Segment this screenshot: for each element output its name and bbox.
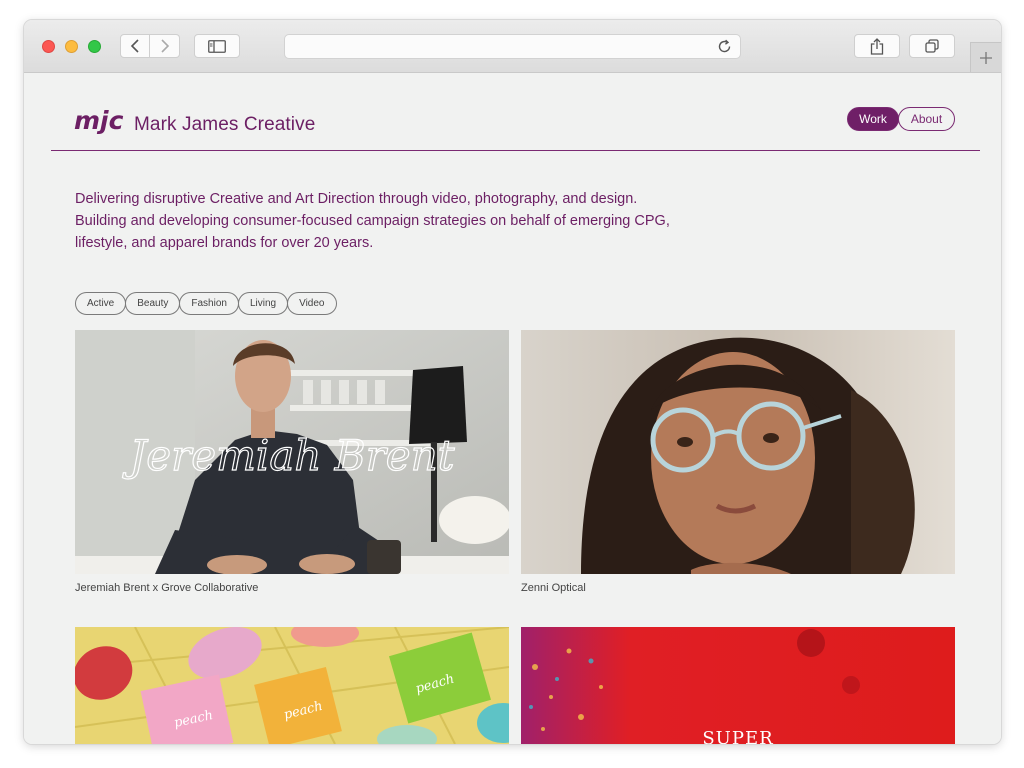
nav-about-button[interactable]: About — [898, 107, 955, 131]
project-card[interactable]: Zenni Optical — [521, 330, 955, 600]
forward-button[interactable] — [150, 34, 180, 58]
project-image-peach[interactable]: peach peach peach — [75, 627, 509, 744]
browser-toolbar — [24, 20, 1001, 73]
plus-icon — [980, 51, 992, 64]
project-image-super[interactable]: SUPER — [521, 627, 955, 744]
super-headline: SUPER — [702, 728, 773, 744]
nav-work-button[interactable]: Work — [847, 107, 899, 131]
logo-mark: mjc — [74, 107, 124, 135]
filter-bar: Active Beauty Fashion Living Video — [75, 292, 337, 315]
back-button[interactable] — [120, 34, 150, 58]
filter-active[interactable]: Active — [75, 292, 127, 315]
browser-window: mjc Mark James Creative Work About Deliv… — [24, 20, 1001, 744]
web-page: mjc Mark James Creative Work About Deliv… — [24, 73, 1001, 744]
address-bar[interactable] — [284, 34, 741, 59]
project-card[interactable]: SUPER — [521, 627, 955, 744]
project-caption[interactable]: Zenni Optical — [521, 582, 586, 594]
filter-fashion[interactable]: Fashion — [179, 292, 239, 315]
share-button[interactable] — [854, 34, 900, 58]
filter-video[interactable]: Video — [287, 292, 337, 315]
back-icon — [130, 39, 139, 53]
reload-icon[interactable] — [717, 39, 732, 54]
script-overlay: Jeremiah Brent — [121, 431, 454, 480]
sidebar-toggle-button[interactable] — [194, 34, 240, 58]
project-caption[interactable]: Jeremiah Brent x Grove Collaborative — [75, 582, 258, 594]
project-image-jeremiah-brent[interactable]: Jeremiah Brent — [75, 330, 509, 574]
project-card[interactable]: peach peach peach — [75, 627, 509, 744]
forward-icon — [160, 39, 169, 53]
main-nav: Work About — [847, 107, 955, 131]
site-logo[interactable]: mjc — [74, 106, 126, 140]
site-title[interactable]: Mark James Creative — [134, 114, 315, 136]
header-divider — [51, 150, 980, 151]
filter-living[interactable]: Living — [237, 292, 289, 315]
maximize-window-button[interactable] — [88, 40, 101, 53]
intro-text: Delivering disruptive Creative and Art D… — [75, 191, 670, 251]
close-window-button[interactable] — [42, 40, 55, 53]
show-tabs-button[interactable] — [909, 34, 955, 58]
project-image-zenni-optical[interactable] — [521, 330, 955, 574]
new-tab-button[interactable] — [970, 42, 1001, 72]
sidebar-icon — [208, 39, 226, 53]
tabs-icon — [925, 39, 939, 53]
filter-beauty[interactable]: Beauty — [125, 292, 181, 315]
project-card[interactable]: Jeremiah Brent Jeremiah Brent x Grove Co… — [75, 330, 509, 600]
minimize-window-button[interactable] — [65, 40, 78, 53]
share-icon — [870, 37, 884, 55]
